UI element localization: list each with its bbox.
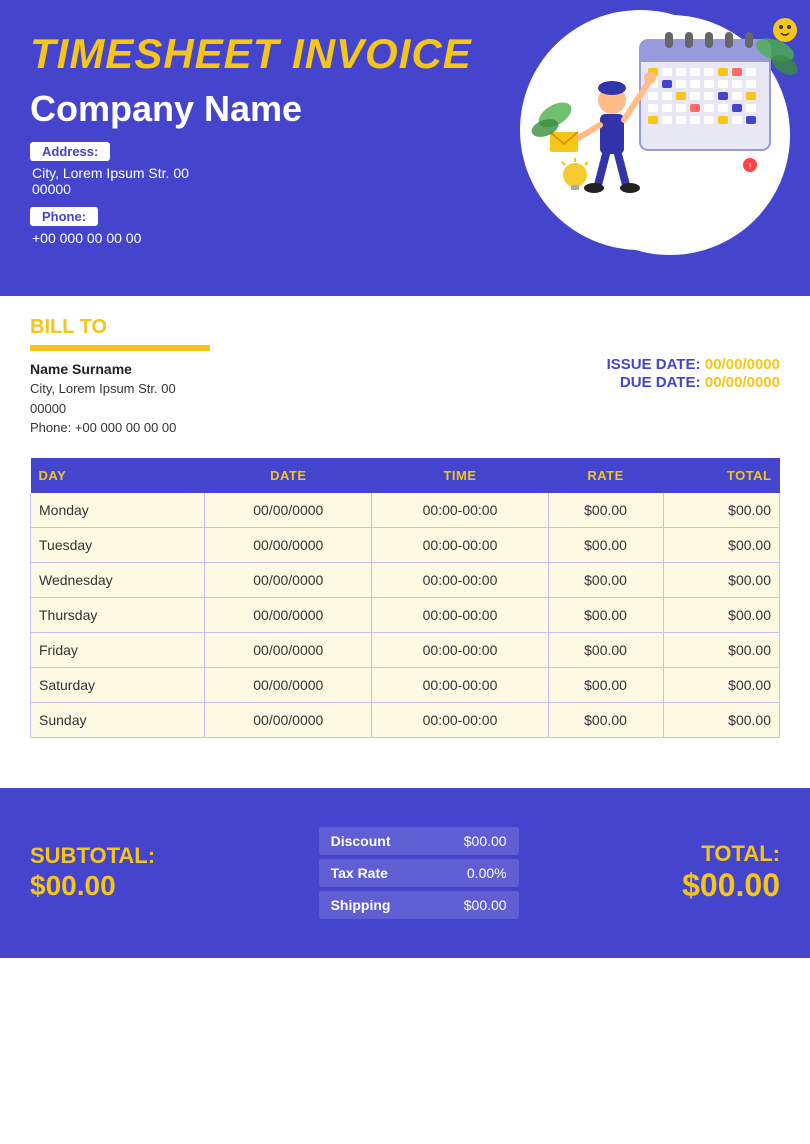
subtotal-value: $00.00 — [30, 870, 155, 902]
tax-label: Tax Rate — [331, 865, 388, 881]
cell-date: 00/00/0000 — [205, 527, 372, 562]
timesheet-table: DAY DATE TIME RATE TOTAL Monday 00/00/00… — [30, 458, 780, 738]
cell-day: Sunday — [31, 702, 205, 737]
cell-day: Thursday — [31, 597, 205, 632]
cell-time: 00:00-00:00 — [372, 632, 548, 667]
col-header-total: TOTAL — [663, 458, 779, 493]
cell-total: $00.00 — [663, 702, 779, 737]
cell-date: 00/00/0000 — [205, 597, 372, 632]
table-header: DAY DATE TIME RATE TOTAL — [31, 458, 780, 493]
bill-to-address: City, Lorem Ipsum Str. 0000000Phone: +00… — [30, 379, 210, 438]
tax-value: 0.00% — [467, 865, 507, 881]
cell-date: 00/00/0000 — [205, 632, 372, 667]
table-row: Saturday 00/00/0000 00:00-00:00 $00.00 $… — [31, 667, 780, 702]
discount-row: Discount $00.00 — [319, 827, 519, 855]
cell-rate: $00.00 — [548, 597, 663, 632]
due-date-row: DUE DATE: 00/00/0000 — [607, 374, 780, 392]
cell-day: Monday — [31, 493, 205, 528]
bill-to-bar — [30, 345, 210, 351]
cell-rate: $00.00 — [548, 493, 663, 528]
cell-total: $00.00 — [663, 527, 779, 562]
bill-to-section: BILL TO Name Surname City, Lorem Ipsum S… — [0, 296, 810, 448]
shipping-row: Shipping $00.00 — [319, 891, 519, 919]
cell-time: 00:00-00:00 — [372, 702, 548, 737]
cell-date: 00/00/0000 — [205, 493, 372, 528]
col-header-date: DATE — [205, 458, 372, 493]
cell-day: Tuesday — [31, 527, 205, 562]
discount-value: $00.00 — [464, 833, 507, 849]
header-section: TIMESHEET INVOICE Company Name Address: … — [0, 0, 810, 296]
bill-to-title: BILL TO — [30, 316, 210, 339]
table-row: Sunday 00/00/0000 00:00-00:00 $00.00 $00… — [31, 702, 780, 737]
cell-date: 00/00/0000 — [205, 562, 372, 597]
cell-date: 00/00/0000 — [205, 667, 372, 702]
issue-date-value: 00/00/0000 — [705, 356, 780, 373]
cell-rate: $00.00 — [548, 702, 663, 737]
cell-total: $00.00 — [663, 667, 779, 702]
cell-total: $00.00 — [663, 493, 779, 528]
timesheet-table-section: DAY DATE TIME RATE TOTAL Monday 00/00/00… — [0, 448, 810, 748]
cell-total: $00.00 — [663, 632, 779, 667]
table-row: Tuesday 00/00/0000 00:00-00:00 $00.00 $0… — [31, 527, 780, 562]
table-body: Monday 00/00/0000 00:00-00:00 $00.00 $00… — [31, 493, 780, 738]
cell-date: 00/00/0000 — [205, 702, 372, 737]
col-header-day: DAY — [31, 458, 205, 493]
cell-rate: $00.00 — [548, 562, 663, 597]
table-row: Friday 00/00/0000 00:00-00:00 $00.00 $00… — [31, 632, 780, 667]
cell-day: Friday — [31, 632, 205, 667]
cell-rate: $00.00 — [548, 527, 663, 562]
bill-to-left: BILL TO Name Surname City, Lorem Ipsum S… — [30, 316, 210, 438]
cell-total: $00.00 — [663, 562, 779, 597]
table-row: Wednesday 00/00/0000 00:00-00:00 $00.00 … — [31, 562, 780, 597]
svg-text:!: ! — [749, 162, 751, 171]
cell-time: 00:00-00:00 — [372, 562, 548, 597]
total-label: TOTAL: — [682, 841, 780, 867]
issue-date-row: ISSUE DATE: 00/00/0000 — [607, 356, 780, 374]
cell-day: Saturday — [31, 667, 205, 702]
cell-time: 00:00-00:00 — [372, 527, 548, 562]
due-date-value: 00/00/0000 — [705, 374, 780, 391]
middle-block: Discount $00.00 Tax Rate 0.00% Shipping … — [319, 827, 519, 919]
total-value: $00.00 — [682, 867, 780, 904]
footer-section: SUBTOTAL: $00.00 Discount $00.00 Tax Rat… — [0, 788, 810, 958]
issue-date-label: ISSUE DATE: — [607, 356, 701, 373]
address-label: Address: — [30, 142, 110, 161]
col-header-time: TIME — [372, 458, 548, 493]
bill-to-right: ISSUE DATE: 00/00/0000 DUE DATE: 00/00/0… — [607, 316, 780, 392]
cell-day: Wednesday — [31, 562, 205, 597]
bill-to-name: Name Surname — [30, 361, 210, 377]
cell-rate: $00.00 — [548, 667, 663, 702]
total-block: TOTAL: $00.00 — [682, 841, 780, 904]
col-header-rate: RATE — [548, 458, 663, 493]
calendar-illustration: ! — [480, 0, 800, 260]
tax-row: Tax Rate 0.00% — [319, 859, 519, 887]
illustration-svg: ! — [520, 10, 810, 260]
shipping-label: Shipping — [331, 897, 391, 913]
shipping-value: $00.00 — [464, 897, 507, 913]
cell-time: 00:00-00:00 — [372, 493, 548, 528]
due-date-label: DUE DATE: — [620, 374, 701, 391]
phone-label: Phone: — [30, 207, 98, 226]
cell-time: 00:00-00:00 — [372, 597, 548, 632]
cell-total: $00.00 — [663, 597, 779, 632]
discount-label: Discount — [331, 833, 391, 849]
table-row: Monday 00/00/0000 00:00-00:00 $00.00 $00… — [31, 493, 780, 528]
subtotal-block: SUBTOTAL: $00.00 — [30, 843, 155, 901]
cell-rate: $00.00 — [548, 632, 663, 667]
subtotal-label: SUBTOTAL: — [30, 843, 155, 869]
cell-time: 00:00-00:00 — [372, 667, 548, 702]
table-row: Thursday 00/00/0000 00:00-00:00 $00.00 $… — [31, 597, 780, 632]
